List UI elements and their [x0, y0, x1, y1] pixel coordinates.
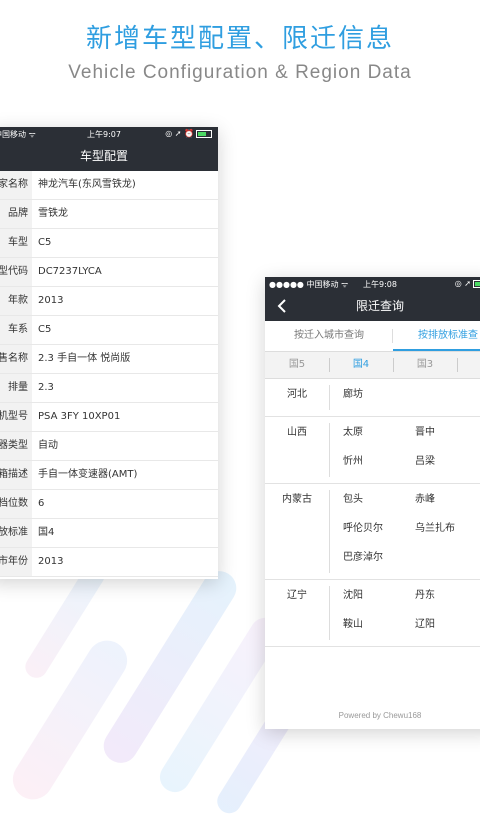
- standard-option-guo3[interactable]: 国3: [393, 352, 457, 378]
- region-query-screen: ●●●●● 中国移动 ᯤ 上午9:08 ◎ ➚ 限迁查询 按迁入城市查询 按排放…: [265, 277, 480, 729]
- config-row: 车系 C5: [0, 316, 218, 345]
- config-value: 2.3: [38, 382, 54, 393]
- city-item[interactable]: 太原: [343, 423, 363, 443]
- status-icons: ◎ ➚: [455, 279, 480, 288]
- tab-by-city[interactable]: 按迁入城市查询: [265, 321, 393, 351]
- tab-by-standard[interactable]: 按排放标准查: [393, 321, 480, 351]
- divider: [329, 586, 330, 640]
- config-row: 档位数 6: [0, 490, 218, 519]
- config-label: 排量: [0, 374, 32, 402]
- config-row: 排量 2.3: [0, 374, 218, 403]
- divider: [329, 385, 330, 410]
- config-value: 2.3 手自一体 悦尚版: [38, 353, 131, 364]
- promo-title: 新增车型配置、限迁信息: [85, 24, 394, 54]
- config-row: 销售名称 2.3 手自一体 悦尚版: [0, 345, 218, 374]
- status-bar: ●●●●● 中国移动 ᯤ 上午9:08 ◎ ➚: [265, 277, 480, 291]
- config-row: 品牌 雪铁龙: [0, 200, 218, 229]
- chevron-left-icon: [277, 299, 286, 313]
- promo-subtitle: Vehicle Configuration & Region Data: [68, 62, 412, 83]
- city-item[interactable]: 辽阳: [415, 615, 435, 635]
- config-row: 发动机型号 PSA 3FY 10XP01: [0, 403, 218, 432]
- query-tabs: 按迁入城市查询 按排放标准查: [265, 321, 480, 352]
- standard-option-guo4[interactable]: 国4: [329, 352, 393, 378]
- city-item[interactable]: 赤峰: [415, 490, 435, 510]
- config-value: 神龙汽车(东风雪铁龙): [38, 179, 136, 190]
- config-label: 厂家名称: [0, 171, 32, 199]
- config-label: 品牌: [0, 200, 32, 228]
- divider: [329, 490, 330, 573]
- back-button[interactable]: [277, 291, 287, 321]
- config-list: 厂家名称神龙汽车(东风雪铁龙)品牌雪铁龙车型C5车型代码DC7237LYCA年款…: [0, 171, 218, 577]
- city-item[interactable]: 吕梁: [415, 452, 435, 472]
- standard-selector: 国5 国4 国3: [265, 352, 480, 379]
- config-label: 年款: [0, 287, 32, 315]
- city-item[interactable]: 沈阳: [343, 586, 363, 606]
- city-item[interactable]: 乌兰扎布: [415, 519, 455, 539]
- province-label: 内蒙古: [282, 494, 312, 505]
- page-title: 车型配置: [0, 141, 218, 171]
- city-item[interactable]: 巴彦淖尔: [343, 548, 383, 568]
- config-row: 排放标准国4: [0, 519, 218, 548]
- province-label: 辽宁: [287, 590, 307, 601]
- config-label: 发动机型号: [0, 403, 32, 431]
- clock: 上午9:08: [363, 280, 397, 289]
- config-row: 年款 2013: [0, 287, 218, 316]
- config-row: 车型 C5: [0, 229, 218, 258]
- config-row: 上市年份 2013: [0, 548, 218, 577]
- config-value: 6: [38, 498, 45, 509]
- city-item[interactable]: 丹东: [415, 586, 435, 606]
- config-label: 上市年份: [0, 548, 32, 576]
- region-group: 山西太原晋中运城忻州吕梁晋城: [265, 417, 480, 484]
- config-value: DC7237LYCA: [38, 266, 102, 277]
- region-list: 河北廊坊山西太原晋中运城忻州吕梁晋城内蒙古包头赤峰乌海呼伦贝尔乌兰扎布锡林郭勒巴…: [265, 379, 480, 647]
- city-item[interactable]: 廊坊: [343, 385, 363, 405]
- config-label: 车型代码: [0, 258, 32, 286]
- divider: [329, 423, 330, 477]
- nav-bar: 限迁查询: [265, 291, 480, 321]
- powered-by: Powered by Chewu168: [338, 711, 422, 720]
- vehicle-config-screen: 中国移动 ᯤ 上午9:07 ◎ ➚ ⏰ 车型配置 厂家名称神龙汽车(东风雪铁龙)…: [0, 127, 218, 579]
- config-row: 变速器类型自动: [0, 432, 218, 461]
- config-label: 车型: [0, 229, 32, 257]
- config-row: 厂家名称神龙汽车(东风雪铁龙): [0, 171, 218, 200]
- battery-icon: [196, 129, 212, 138]
- config-value: 2013: [38, 556, 64, 567]
- config-label: 变速箱描述: [0, 461, 32, 489]
- page-title: 限迁查询: [355, 299, 404, 313]
- region-group: 内蒙古包头赤峰乌海呼伦贝尔乌兰扎布锡林郭勒巴彦淖尔: [265, 484, 480, 580]
- config-value: 雪铁龙: [38, 208, 68, 219]
- standard-option-guo5[interactable]: 国5: [265, 352, 329, 378]
- config-label: 变速器类型: [0, 432, 32, 460]
- config-label: 车系: [0, 316, 32, 344]
- config-value: 2013: [38, 295, 64, 306]
- config-value: 手自一体变速器(AMT): [38, 469, 138, 480]
- province-label: 山西: [287, 427, 307, 438]
- config-value: C5: [38, 324, 52, 335]
- status-bar: 中国移动 ᯤ 上午9:07 ◎ ➚ ⏰: [0, 127, 218, 141]
- city-item[interactable]: 鞍山: [343, 615, 363, 635]
- city-item[interactable]: 包头: [343, 490, 363, 510]
- config-value: 自动: [38, 440, 58, 451]
- city-item[interactable]: 晋中: [415, 423, 435, 443]
- config-label: 排放标准: [0, 519, 32, 547]
- battery-icon: [473, 279, 480, 288]
- config-label: 档位数: [0, 490, 32, 518]
- region-group: 河北 廊坊: [265, 379, 480, 417]
- config-value: PSA 3FY 10XP01: [38, 411, 121, 422]
- province-label: 河北: [287, 389, 307, 400]
- config-value: 国4: [38, 527, 55, 538]
- divider: [457, 358, 458, 372]
- city-item[interactable]: 呼伦贝尔: [343, 519, 383, 539]
- city-item[interactable]: 忻州: [343, 452, 363, 472]
- config-value: C5: [38, 237, 52, 248]
- config-row: 车型代码 DC7237LYCA: [0, 258, 218, 287]
- region-group: 辽宁沈阳丹东本溪鞍山辽阳营口: [265, 580, 480, 647]
- config-row: 变速箱描述手自一体变速器(AMT): [0, 461, 218, 490]
- status-icons: ◎ ➚ ⏰: [165, 129, 212, 138]
- config-label: 销售名称: [0, 345, 32, 373]
